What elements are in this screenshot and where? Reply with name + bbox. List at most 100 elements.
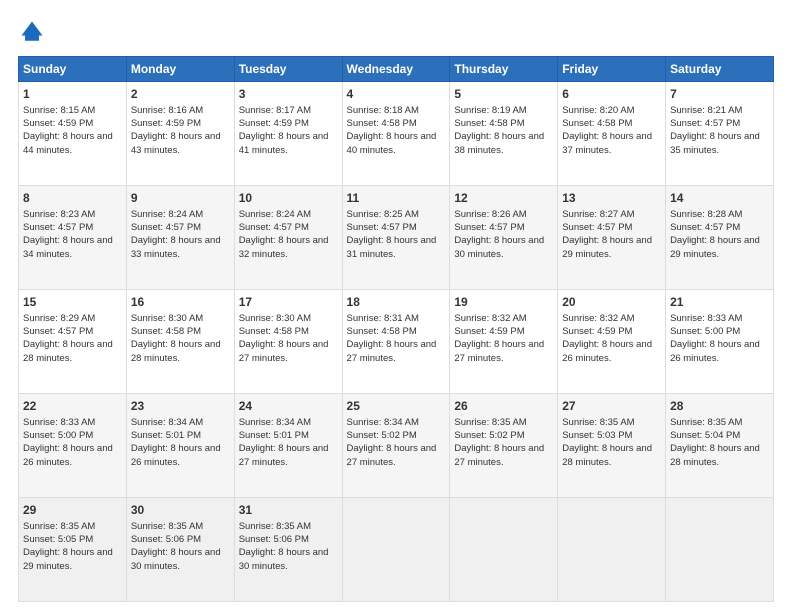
day-number: 18 (347, 294, 446, 311)
day-number: 4 (347, 86, 446, 103)
sunset-label: Sunset: 5:01 PM (131, 430, 201, 441)
calendar-cell: 26Sunrise: 8:35 AMSunset: 5:02 PMDayligh… (450, 394, 558, 498)
sunrise-label: Sunrise: 8:26 AM (454, 209, 526, 220)
calendar-week-row: 8Sunrise: 8:23 AMSunset: 4:57 PMDaylight… (19, 186, 774, 290)
header (18, 18, 774, 46)
daylight-label: Daylight: 8 hours and 35 minutes. (670, 131, 760, 155)
sunrise-label: Sunrise: 8:35 AM (131, 521, 203, 532)
day-number: 12 (454, 190, 553, 207)
day-number: 21 (670, 294, 769, 311)
daylight-label: Daylight: 8 hours and 28 minutes. (131, 339, 221, 363)
calendar-cell: 31Sunrise: 8:35 AMSunset: 5:06 PMDayligh… (234, 498, 342, 602)
calendar-table: SundayMondayTuesdayWednesdayThursdayFrid… (18, 56, 774, 602)
daylight-label: Daylight: 8 hours and 43 minutes. (131, 131, 221, 155)
sunrise-label: Sunrise: 8:20 AM (562, 105, 634, 116)
daylight-label: Daylight: 8 hours and 30 minutes. (131, 547, 221, 571)
day-number: 17 (239, 294, 338, 311)
sunset-label: Sunset: 4:57 PM (347, 222, 417, 233)
calendar-cell (342, 498, 450, 602)
calendar-week-row: 1 Sunrise: 8:15 AM Sunset: 4:59 PM Daylight… (19, 82, 774, 186)
sunset-label: Sunset: 5:06 PM (131, 534, 201, 545)
calendar-cell: 28Sunrise: 8:35 AMSunset: 5:04 PMDayligh… (666, 394, 774, 498)
calendar-cell: 20Sunrise: 8:32 AMSunset: 4:59 PMDayligh… (558, 290, 666, 394)
day-number: 20 (562, 294, 661, 311)
sunset-label: Sunset: 4:57 PM (23, 222, 93, 233)
calendar-cell: 9 Sunrise: 8:24 AM Sunset: 4:57 PM Daylight… (126, 186, 234, 290)
daylight-label: Daylight: 8 hours and 27 minutes. (347, 443, 437, 467)
sunrise-label: Sunrise: 8:35 AM (562, 417, 634, 428)
day-number: 1 (23, 86, 122, 103)
calendar-week-row: 29 Sunrise: 8:35 AM Sunset: 5:05 PM Dayligh… (19, 498, 774, 602)
daylight-label: Daylight: 8 hours and 41 minutes. (239, 131, 329, 155)
daylight-label: Daylight: 8 hours and 29 minutes. (23, 547, 113, 571)
sunrise-label: Sunrise: 8:30 AM (239, 313, 311, 324)
sunrise-label: Sunrise: 8:21 AM (670, 105, 742, 116)
sunrise-label: Sunrise: 8:24 AM (131, 209, 203, 220)
sunset-label: Sunset: 5:04 PM (670, 430, 740, 441)
sunrise-label: Sunrise: 8:33 AM (670, 313, 742, 324)
col-header-thursday: Thursday (450, 57, 558, 82)
daylight-label: Daylight: 8 hours and 28 minutes. (670, 443, 760, 467)
daylight-label: Daylight: 8 hours and 44 minutes. (23, 131, 113, 155)
daylight-label: Daylight: 8 hours and 26 minutes. (670, 339, 760, 363)
sunset-label: Sunset: 4:57 PM (670, 222, 740, 233)
calendar-cell: 8Sunrise: 8:23 AMSunset: 4:57 PMDaylight… (19, 186, 127, 290)
day-number: 29 (23, 502, 122, 519)
calendar-cell (558, 498, 666, 602)
sunrise-label: Sunrise: 8:34 AM (239, 417, 311, 428)
day-number: 5 (454, 86, 553, 103)
daylight-label: Daylight: 8 hours and 29 minutes. (670, 235, 760, 259)
calendar-cell: 7Sunrise: 8:21 AMSunset: 4:57 PMDaylight… (666, 82, 774, 186)
calendar-week-row: 15Sunrise: 8:29 AMSunset: 4:57 PMDayligh… (19, 290, 774, 394)
calendar-cell: 12Sunrise: 8:26 AMSunset: 4:57 PMDayligh… (450, 186, 558, 290)
calendar-cell: 1Sunrise: 8:15 AMSunset: 4:59 PMDaylight… (19, 82, 127, 186)
sunset-label: Sunset: 4:57 PM (131, 222, 201, 233)
day-number: 26 (454, 398, 553, 415)
daylight-label: Daylight: 8 hours and 34 minutes. (23, 235, 113, 259)
calendar-cell: 23Sunrise: 8:34 AMSunset: 5:01 PMDayligh… (126, 394, 234, 498)
day-number: 10 (239, 190, 338, 207)
calendar-cell: 22Sunrise: 8:33 AMSunset: 5:00 PMDayligh… (19, 394, 127, 498)
sunrise-label: Sunrise: 8:31 AM (347, 313, 419, 324)
sunset-label: Sunset: 5:00 PM (23, 430, 93, 441)
sunrise-label: Sunrise: 8:24 AM (239, 209, 311, 220)
day-number: 9 (131, 190, 230, 207)
sunset-label: Sunset: 4:58 PM (454, 118, 524, 129)
day-number: 13 (562, 190, 661, 207)
sunset-label: Sunset: 4:58 PM (347, 118, 417, 129)
col-header-saturday: Saturday (666, 57, 774, 82)
sunset-label: Sunset: 4:59 PM (454, 326, 524, 337)
sunset-label: Sunset: 4:57 PM (562, 222, 632, 233)
day-number: 3 (239, 86, 338, 103)
sunset-label: Sunset: 5:01 PM (239, 430, 309, 441)
calendar-cell: 10Sunrise: 8:24 AMSunset: 4:57 PMDayligh… (234, 186, 342, 290)
calendar-cell: 17Sunrise: 8:30 AMSunset: 4:58 PMDayligh… (234, 290, 342, 394)
calendar-cell: 30Sunrise: 8:35 AMSunset: 5:06 PMDayligh… (126, 498, 234, 602)
sunrise-label: Sunrise: 8:19 AM (454, 105, 526, 116)
daylight-label: Daylight: 8 hours and 27 minutes. (454, 339, 544, 363)
daylight-label: Daylight: 8 hours and 27 minutes. (239, 443, 329, 467)
calendar-cell: 25Sunrise: 8:34 AMSunset: 5:02 PMDayligh… (342, 394, 450, 498)
sunset-label: Sunset: 5:05 PM (23, 534, 93, 545)
sunrise-label: Sunrise: 8:16 AM (131, 105, 203, 116)
sunset-label: Sunset: 4:59 PM (239, 118, 309, 129)
calendar-cell: 3Sunrise: 8:17 AMSunset: 4:59 PMDaylight… (234, 82, 342, 186)
sunrise-label: Sunrise: 8:15 AM (23, 105, 95, 116)
day-number: 27 (562, 398, 661, 415)
day-number: 8 (23, 190, 122, 207)
sunset-label: Sunset: 4:58 PM (562, 118, 632, 129)
sunrise-label: Sunrise: 8:35 AM (239, 521, 311, 532)
day-number: 15 (23, 294, 122, 311)
daylight-label: Daylight: 8 hours and 29 minutes. (562, 235, 652, 259)
sunset-label: Sunset: 4:57 PM (239, 222, 309, 233)
calendar-cell: 4Sunrise: 8:18 AMSunset: 4:58 PMDaylight… (342, 82, 450, 186)
day-number: 7 (670, 86, 769, 103)
day-number: 23 (131, 398, 230, 415)
daylight-label: Daylight: 8 hours and 27 minutes. (347, 339, 437, 363)
daylight-label: Daylight: 8 hours and 27 minutes. (454, 443, 544, 467)
calendar-cell (666, 498, 774, 602)
day-number: 19 (454, 294, 553, 311)
calendar-cell: 27Sunrise: 8:35 AMSunset: 5:03 PMDayligh… (558, 394, 666, 498)
col-header-wednesday: Wednesday (342, 57, 450, 82)
daylight-label: Daylight: 8 hours and 33 minutes. (131, 235, 221, 259)
